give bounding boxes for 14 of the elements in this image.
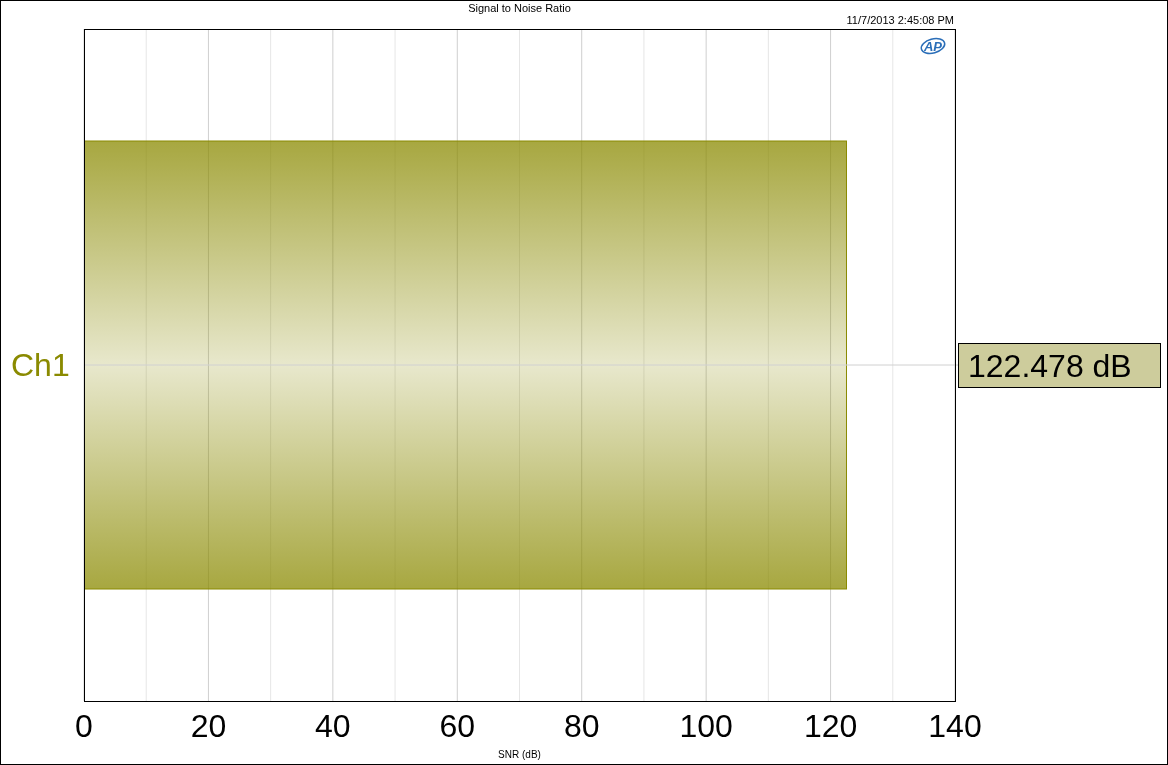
timestamp: 11/7/2013 2:45:08 PM — [846, 14, 954, 26]
tick-label: 20 — [190, 708, 227, 744]
axis-title: SNR (dB) — [498, 749, 541, 760]
tick-label: 140 — [928, 708, 982, 744]
tick-label: 0 — [75, 708, 93, 744]
tick-label: 60 — [439, 708, 476, 744]
tick-label: 120 — [803, 708, 858, 744]
category-label: Ch1 — [11, 347, 70, 383]
tick-label: 100 — [679, 708, 733, 744]
tick-label: 40 — [315, 708, 351, 744]
chart-title: Signal to Noise Ratio — [468, 2, 571, 14]
tick-label: 80 — [563, 708, 600, 744]
value-label: 122.478 dB — [958, 343, 1161, 388]
logo-icon: AP — [920, 37, 946, 55]
